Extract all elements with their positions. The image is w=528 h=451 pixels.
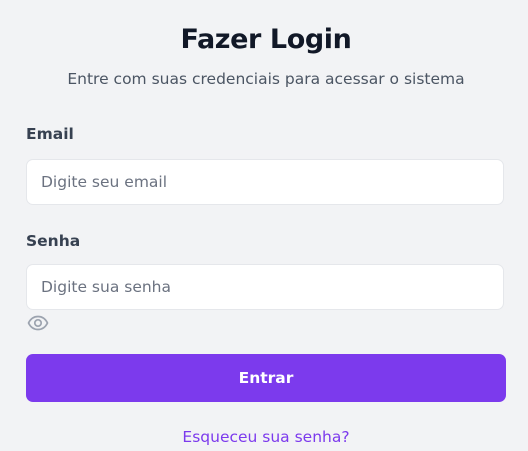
page-title: Fazer Login [180,24,352,55]
page-subtitle: Entre com suas credenciais para acessar … [67,70,465,88]
email-label: Email [26,125,74,143]
eye-icon[interactable] [27,314,49,332]
password-field[interactable] [26,264,504,310]
forgot-password-link[interactable]: Esqueceu sua senha? [26,428,506,446]
login-button[interactable]: Entrar [26,354,506,402]
password-label: Senha [26,232,81,250]
email-field[interactable] [26,159,504,205]
login-card: Fazer Login Entre com suas credenciais p… [26,0,506,451]
